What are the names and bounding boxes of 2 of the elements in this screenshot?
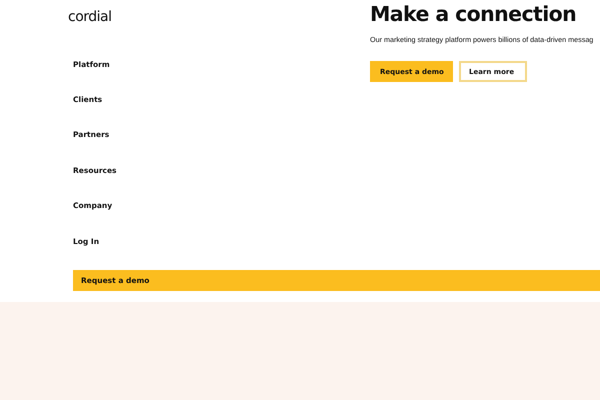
logo[interactable]: cordial — [68, 0, 370, 36]
hero-heading: Make a connection — [370, 1, 576, 27]
